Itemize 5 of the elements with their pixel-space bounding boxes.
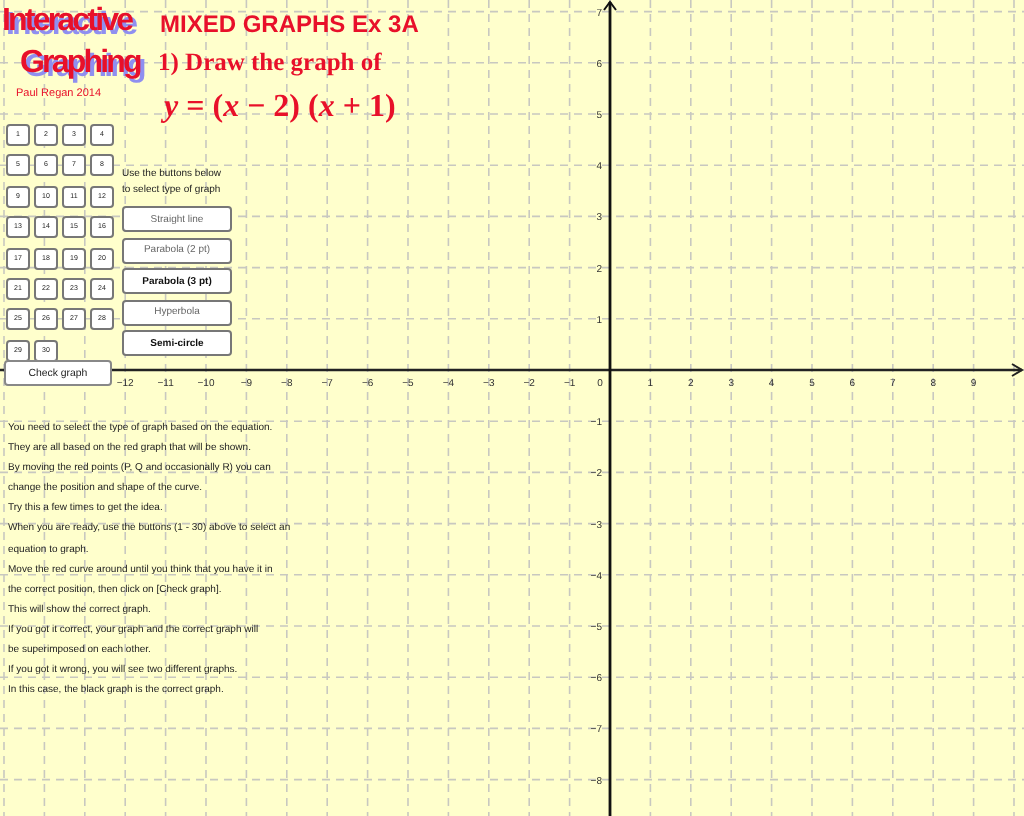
logo-text: Interactive — [2, 2, 135, 42]
page-title: MIXED GRAPHS Ex 3A — [160, 10, 419, 38]
equation: y = (x − 2) (x + 1) — [164, 90, 396, 126]
logo-text: Graphing — [20, 44, 143, 84]
question-text: 1) Draw the graph of — [158, 48, 382, 78]
